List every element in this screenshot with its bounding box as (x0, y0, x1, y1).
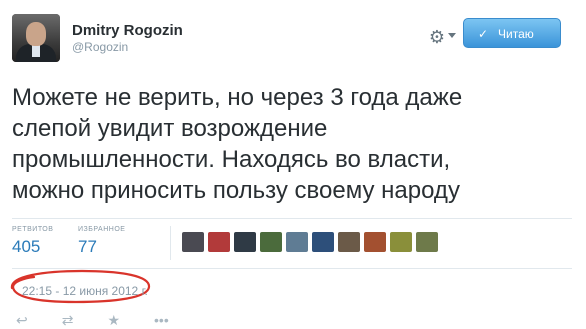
stats-separator (170, 226, 171, 260)
tweet-text-line: слепой увидит возрождение (12, 115, 328, 142)
favorites-count: 77 (78, 237, 97, 256)
following-button[interactable]: ✓ Читаю (463, 18, 561, 48)
favorites-stat[interactable]: ИЗБРАННОЕ 77 (78, 226, 125, 257)
tweet-text-line: промышленности. Находясь во власти, (12, 146, 451, 173)
favorites-label: ИЗБРАННОЕ (78, 226, 126, 233)
favoriter-avatar[interactable] (338, 232, 360, 252)
favoriter-avatar[interactable] (182, 232, 204, 252)
check-icon: ✓ (478, 27, 489, 41)
user-name[interactable]: Dmitry Rogozin (72, 22, 183, 39)
favoriter-avatar[interactable] (208, 232, 230, 252)
gear-icon[interactable]: ⚙ (426, 26, 448, 48)
more-icon[interactable]: ••• (154, 312, 169, 329)
retweet-icon[interactable]: ⇄ (62, 312, 74, 329)
favoriter-avatar[interactable] (260, 232, 282, 252)
retweets-stat[interactable]: РЕТВИТОВ 405 (12, 226, 53, 257)
favoriter-avatar[interactable] (416, 232, 438, 252)
tweet-card: Dmitry Rogozin @Rogozin ⚙ ✓ Читаю Можете… (0, 0, 586, 329)
retweets-label: РЕТВИТОВ (12, 226, 54, 233)
chevron-down-icon[interactable] (448, 33, 456, 38)
divider (12, 218, 572, 219)
tweet-text-line: можно приносить пользу своему народу (12, 177, 460, 204)
favoriter-avatar[interactable] (390, 232, 412, 252)
avatar-shirt (32, 45, 40, 57)
user-handle[interactable]: @Rogozin (72, 40, 128, 54)
favoriter-avatar[interactable] (234, 232, 256, 252)
favoriter-avatar[interactable] (364, 232, 386, 252)
favoriter-avatar[interactable] (312, 232, 334, 252)
favorite-icon[interactable]: ★ (107, 312, 120, 329)
following-button-label: Читаю (498, 27, 534, 41)
tweet-actions: ↩ ⇄ ★ ••• (16, 312, 169, 329)
tweet-timestamp[interactable]: 22:15 - 12 июня 2012 г. (22, 284, 148, 298)
avatar-face (26, 22, 46, 46)
reply-icon[interactable]: ↩ (16, 312, 28, 329)
tweet-text: Можете не верить, но через 3 года даже с… (12, 82, 578, 206)
tweet-text-line: Можете не верить, но через 3 года даже (12, 84, 463, 111)
favoriter-avatars (182, 232, 438, 252)
retweets-count: 405 (12, 237, 41, 256)
avatar[interactable] (12, 14, 60, 62)
favoriter-avatar[interactable] (286, 232, 308, 252)
